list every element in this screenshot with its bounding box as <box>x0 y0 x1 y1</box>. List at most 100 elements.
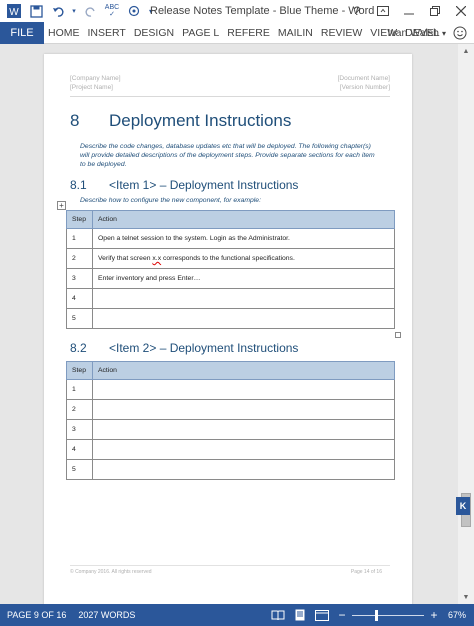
action-cell[interactable] <box>92 379 395 400</box>
user-name: Ivan Walsh <box>387 27 439 39</box>
action-cell[interactable]: Enter inventory and press Enter… <box>92 268 395 289</box>
close-icon[interactable] <box>448 0 474 22</box>
subsection-note[interactable]: Describe how to configure the new compon… <box>80 197 261 204</box>
table-move-handle-icon[interactable]: + <box>57 201 66 210</box>
step-cell[interactable]: 4 <box>66 439 93 460</box>
minimize-icon[interactable] <box>396 0 422 22</box>
zoom-slider[interactable] <box>351 609 424 621</box>
word-count[interactable]: 2027 WORDS <box>78 610 135 620</box>
action-cell[interactable]: Verify that screen x.x corresponds to th… <box>92 248 395 269</box>
step-cell[interactable]: 5 <box>66 459 93 480</box>
bookmark-tag-icon[interactable]: K <box>456 497 470 515</box>
table-row[interactable]: 4 <box>66 439 395 460</box>
action-cell[interactable] <box>92 308 395 329</box>
tab-mailings[interactable]: MAILIN <box>274 22 317 44</box>
zoom-level[interactable]: 67% <box>448 610 466 620</box>
smiley-feedback-icon[interactable] <box>452 25 468 41</box>
subsection-heading-2[interactable]: 8.2 <Item 2> – Deployment Instructions <box>70 341 298 355</box>
step-cell[interactable]: 3 <box>66 419 93 440</box>
tab-references[interactable]: REFERE <box>223 22 274 44</box>
section-heading[interactable]: 8 Deployment Instructions <box>70 111 291 131</box>
tab-insert[interactable]: INSERT <box>84 22 130 44</box>
ribbon-display-options-icon[interactable] <box>370 0 396 22</box>
header-document-name: [Document Name] <box>337 75 390 82</box>
spelling-error-mark[interactable]: x.x <box>152 255 161 262</box>
step-cell[interactable]: 4 <box>66 288 93 309</box>
subsection-heading-1[interactable]: 8.1 <Item 1> – Deployment Instructions <box>70 178 298 192</box>
steps-table-2[interactable]: Step Action 1 2 3 4 5 <box>66 361 395 480</box>
touch-mode-icon[interactable] <box>123 0 145 22</box>
footer-divider <box>70 565 390 566</box>
step-cell[interactable]: 3 <box>66 268 93 289</box>
action-cell[interactable] <box>92 419 395 440</box>
subsection-title: <Item 2> – Deployment Instructions <box>109 341 299 355</box>
header-project-name: [Project Name] <box>70 84 113 91</box>
document-page[interactable]: [Company Name] [Project Name] [Document … <box>44 54 412 604</box>
header-company-name: [Company Name] <box>70 75 121 82</box>
subsection-number: 8.1 <box>70 178 87 192</box>
undo-dropdown-icon[interactable]: ▾ <box>69 0 79 22</box>
print-layout-icon[interactable] <box>292 608 308 622</box>
table-row[interactable]: 5 <box>66 308 395 329</box>
undo-icon[interactable] <box>47 0 69 22</box>
table-resize-handle[interactable] <box>395 332 401 338</box>
status-bar: PAGE 9 OF 16 2027 WORDS − + 67% <box>0 604 474 626</box>
restore-icon[interactable] <box>422 0 448 22</box>
spelling-icon[interactable]: ABC ✓ <box>101 0 123 22</box>
tab-file[interactable]: FILE <box>0 21 44 44</box>
table-row[interactable]: 5 <box>66 459 395 480</box>
word-app-icon[interactable]: W <box>3 0 25 22</box>
zoom-out-button[interactable]: − <box>336 608 348 622</box>
zoom-slider-handle[interactable] <box>374 609 378 621</box>
help-button[interactable]: ? <box>344 0 370 22</box>
redo-icon[interactable] <box>79 0 101 22</box>
table-row[interactable]: 2 Verify that screen x.x corresponds to … <box>66 248 395 269</box>
scroll-up-icon[interactable]: ▲ <box>458 44 474 58</box>
step-cell[interactable]: 2 <box>66 399 93 420</box>
action-cell[interactable] <box>92 288 395 309</box>
subsection-number: 8.2 <box>70 341 87 355</box>
action-cell[interactable] <box>92 459 395 480</box>
column-header-step[interactable]: Step <box>66 210 93 229</box>
section-intro[interactable]: Describe the code changes, database upda… <box>80 142 380 169</box>
section-number: 8 <box>70 111 80 130</box>
section-title: Deployment Instructions <box>109 111 292 130</box>
header-version-number: [Version Number] <box>339 84 390 91</box>
window-title: Release Notes Template - Blue Theme - Wo… <box>150 5 375 17</box>
table-row[interactable]: 2 <box>66 399 395 420</box>
tab-review[interactable]: REVIEW <box>317 22 366 44</box>
save-icon[interactable] <box>25 0 47 22</box>
quick-access-toolbar: W ▾ ABC ✓ ▾ <box>0 0 157 22</box>
ribbon-tabs: FILE HOME INSERT DESIGN PAGE L REFERE MA… <box>0 21 474 44</box>
table-row[interactable]: 4 <box>66 288 395 309</box>
page-count[interactable]: PAGE 9 OF 16 <box>7 610 66 620</box>
table-row[interactable]: 3 Enter inventory and press Enter… <box>66 268 395 289</box>
action-cell[interactable]: Open a telnet session to the system. Log… <box>92 228 395 249</box>
table-row[interactable]: 3 <box>66 419 395 440</box>
web-layout-icon[interactable] <box>314 608 330 622</box>
column-header-action[interactable]: Action <box>92 361 395 380</box>
zoom-in-button[interactable]: + <box>428 608 440 622</box>
step-cell[interactable]: 1 <box>66 379 93 400</box>
column-header-action[interactable]: Action <box>92 210 395 229</box>
check-mark-icon: ✓ <box>109 11 115 18</box>
tab-design[interactable]: DESIGN <box>130 22 178 44</box>
step-cell[interactable]: 5 <box>66 308 93 329</box>
tab-home[interactable]: HOME <box>44 22 84 44</box>
step-cell[interactable]: 2 <box>66 248 93 269</box>
subsection-title: <Item 1> – Deployment Instructions <box>109 178 299 192</box>
read-mode-icon[interactable] <box>270 608 286 622</box>
steps-table-1[interactable]: Step Action 1 Open a telnet session to t… <box>66 210 395 329</box>
table-row[interactable]: 1 Open a telnet session to the system. L… <box>66 228 395 249</box>
step-cell[interactable]: 1 <box>66 228 93 249</box>
scroll-down-icon[interactable]: ▼ <box>458 590 474 604</box>
user-account[interactable]: Ivan Walsh ▾ <box>387 22 446 44</box>
column-header-step[interactable]: Step <box>66 361 93 380</box>
tab-page-layout[interactable]: PAGE L <box>178 22 223 44</box>
chevron-down-icon: ▾ <box>441 29 446 38</box>
document-area[interactable]: [Company Name] [Project Name] [Document … <box>0 44 474 604</box>
header-divider <box>70 96 390 97</box>
action-cell[interactable] <box>92 439 395 460</box>
action-cell[interactable] <box>92 399 395 420</box>
table-row[interactable]: 1 <box>66 379 395 400</box>
